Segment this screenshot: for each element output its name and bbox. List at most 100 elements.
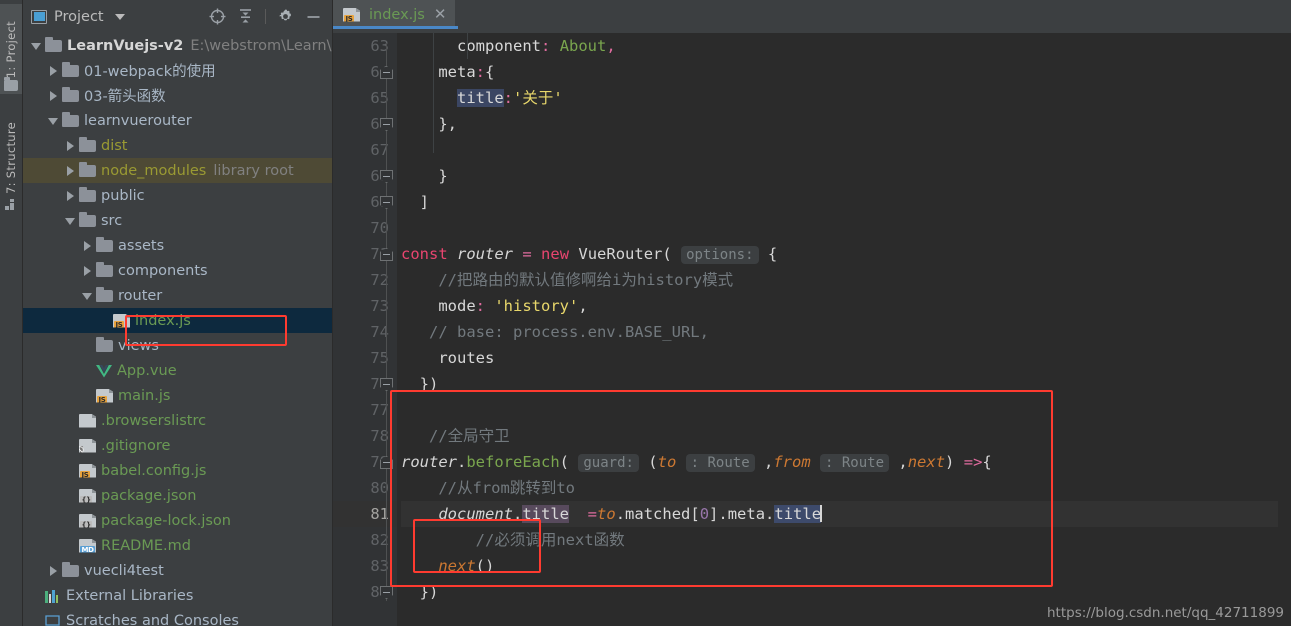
tree-row-learnvuejs-v2[interactable]: LearnVuejs-v2 E:\webstrom\Learn\: [23, 33, 332, 58]
tree-arrow-placeholder: [31, 590, 42, 601]
folder-icon: [62, 111, 79, 127]
tree-row-label: assets: [118, 237, 165, 254]
tree-row-vuecli4test[interactable]: vuecli4test: [23, 558, 332, 583]
fold-end-icon[interactable]: [380, 170, 393, 183]
js-badge: JS: [344, 14, 355, 23]
tree-row-external-libraries[interactable]: External Libraries: [23, 583, 332, 608]
chevron-right-icon[interactable]: [48, 65, 59, 76]
tree-row-label: babel.config.js: [101, 462, 207, 479]
tree-row-main-js[interactable]: JS main.js: [23, 383, 332, 408]
fold-column[interactable]: [377, 33, 397, 626]
code-line-66: },: [438, 115, 457, 133]
tree-row-learnvuerouter[interactable]: learnvuerouter: [23, 108, 332, 133]
project-tree[interactable]: LearnVuejs-v2 E:\webstrom\Learn\ 01-webpac…: [23, 33, 332, 626]
tree-row-package-lock-json[interactable]: {} package-lock.json: [23, 508, 332, 533]
tree-row-src[interactable]: src: [23, 208, 332, 233]
tree-arrow-placeholder: [82, 390, 93, 401]
fold-end-icon[interactable]: [380, 196, 393, 209]
tree-arrow-placeholder: [65, 415, 76, 426]
folder-icon: [62, 561, 79, 577]
js-file-icon: JS: [343, 7, 360, 23]
tree-row-app-vue[interactable]: App.vue: [23, 358, 332, 383]
ide-window: 1: Project 7: Structure Project LearnVue…: [0, 0, 1291, 626]
md-file-icon: MD: [79, 538, 96, 553]
json-file-icon: {}: [79, 513, 96, 528]
tree-arrow-placeholder: [65, 540, 76, 551]
editor-error-stripe[interactable]: [1278, 66, 1291, 626]
tree-row-babel-config-js[interactable]: JS babel.config.js: [23, 458, 332, 483]
tree-row-03[interactable]: 03-箭头函数: [23, 83, 332, 108]
chevron-right-icon[interactable]: [82, 265, 93, 276]
code-line-71: const router = new VueRouter( options: {: [401, 245, 778, 264]
gitignore-file-icon: ⃠: [79, 438, 96, 453]
js-badge: JS: [114, 320, 125, 329]
fold-collapse-icon[interactable]: [380, 66, 393, 79]
code-line-73: mode: 'history',: [438, 297, 588, 315]
ignore-badge: ⃠: [80, 445, 83, 453]
project-panel-title-group[interactable]: Project: [31, 9, 125, 25]
tree-row-node-modules[interactable]: node_modules library root: [23, 158, 332, 183]
chevron-right-icon[interactable]: [48, 90, 59, 101]
minimize-icon[interactable]: [305, 8, 322, 25]
tree-row-router[interactable]: router: [23, 283, 332, 308]
collapse-all-icon[interactable]: [237, 8, 254, 25]
tree-row-label: Scratches and Consoles: [66, 612, 239, 626]
editor-code[interactable]: component: About, meta:{ title:'关于' }, }…: [397, 33, 1291, 626]
library-root-tag: library root: [213, 162, 294, 179]
project-window-icon: [31, 9, 47, 24]
tree-row-label: dist: [101, 137, 128, 154]
tree-row-components[interactable]: components: [23, 258, 332, 283]
toolwindow-button-structure[interactable]: 7: Structure: [0, 110, 22, 206]
fold-end-icon[interactable]: [380, 378, 393, 391]
chevron-down-icon[interactable]: [114, 13, 125, 20]
code-line-83: next(): [438, 557, 495, 575]
tree-row-dist[interactable]: dist: [23, 133, 332, 158]
fold-end-icon[interactable]: [380, 586, 393, 599]
tree-row-gitignore[interactable]: ⃠ .gitignore: [23, 433, 332, 458]
tree-row-browserslistrc[interactable]: .browserslistrc: [23, 408, 332, 433]
tree-row-label: App.vue: [117, 362, 177, 379]
chevron-down-icon[interactable]: [65, 215, 76, 226]
chevron-right-icon[interactable]: [65, 140, 76, 151]
tree-arrow-placeholder: [31, 615, 42, 626]
chevron-right-icon[interactable]: [48, 565, 59, 576]
fold-collapse-icon[interactable]: [380, 248, 393, 261]
gear-icon[interactable]: [277, 8, 294, 25]
tree-row-assets[interactable]: assets: [23, 233, 332, 258]
tree-row-label: index.js: [135, 312, 191, 329]
folder-icon: [45, 36, 62, 52]
tree-arrow-placeholder: [99, 315, 110, 326]
inlay-hint-guard: guard:: [578, 454, 639, 472]
text-caret: [820, 505, 822, 522]
toolbar-separator: [265, 9, 266, 24]
active-tab-underline: [333, 26, 458, 29]
tree-row-readme-md[interactable]: MD README.md: [23, 533, 332, 558]
chevron-down-icon[interactable]: [48, 115, 59, 126]
chevron-right-icon[interactable]: [65, 165, 76, 176]
chevron-down-icon[interactable]: [82, 290, 93, 301]
code-line-82: //必须调用next函数: [475, 531, 625, 549]
tree-row-label: node_modules: [101, 162, 207, 179]
tree-row-01-webpack[interactable]: 01-webpack的使用: [23, 58, 332, 83]
chevron-down-icon[interactable]: [31, 40, 42, 51]
tree-row-label: README.md: [101, 537, 191, 554]
close-icon[interactable]: ✕: [434, 7, 447, 22]
editor-area: JS index.js ✕ 63 64 65 66 67 68 69 70 71 72 73 74 75…: [333, 0, 1291, 626]
locate-icon[interactable]: [209, 8, 226, 25]
code-line-81: document.title =to.matched[0].meta.title: [401, 501, 1291, 527]
tree-row-scratches-and-consoles[interactable]: Scratches and Consoles: [23, 608, 332, 626]
code-line-78: //全局守卫: [429, 427, 510, 445]
tree-row-public[interactable]: public: [23, 183, 332, 208]
tree-row-views[interactable]: views: [23, 333, 332, 358]
chevron-right-icon[interactable]: [82, 240, 93, 251]
js-badge: JS: [97, 395, 108, 404]
editor-tab-index-js[interactable]: JS index.js ✕: [333, 0, 458, 29]
editor-gutter[interactable]: 63 64 65 66 67 68 69 70 71 72 73 74 75 76 77 78 79 80 81 82…: [333, 33, 397, 626]
chevron-right-icon[interactable]: [65, 190, 76, 201]
tree-row-index-js[interactable]: JS index.js: [23, 308, 332, 333]
tree-row-package-json[interactable]: {} package.json: [23, 483, 332, 508]
fold-end-icon[interactable]: [380, 118, 393, 131]
fold-collapse-icon[interactable]: [380, 456, 393, 469]
